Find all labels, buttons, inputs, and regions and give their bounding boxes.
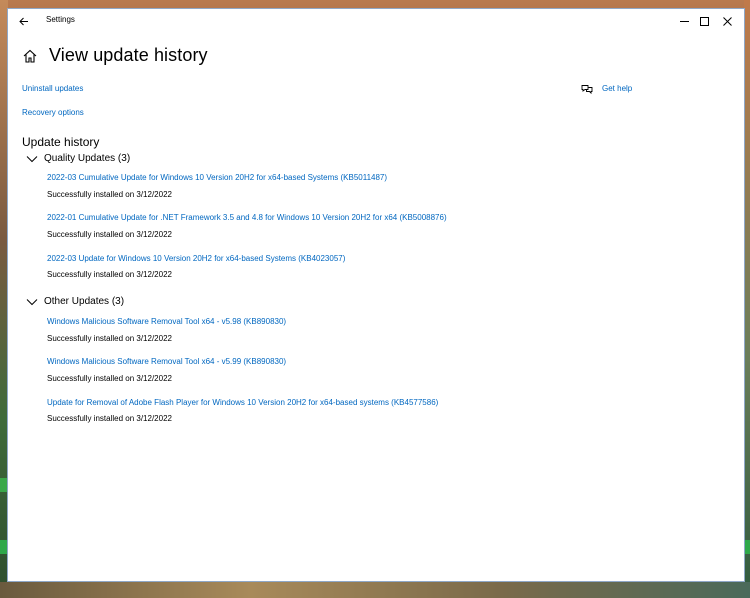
recovery-options-link[interactable]: Recovery options	[22, 108, 84, 117]
update-item-link[interactable]: 2022-03 Update for Windows 10 Version 20…	[47, 254, 345, 263]
group-title: Quality Updates (3)	[44, 153, 131, 164]
update-item-link[interactable]: 2022-01 Cumulative Update for .NET Frame…	[47, 213, 447, 222]
close-button[interactable]	[714, 11, 740, 31]
update-status: Successfully installed on 3/12/2022	[47, 190, 172, 199]
update-status: Successfully installed on 3/12/2022	[47, 414, 172, 423]
update-status: Successfully installed on 3/12/2022	[47, 334, 172, 343]
close-icon	[722, 16, 732, 26]
update-status: Successfully installed on 3/12/2022	[47, 230, 172, 239]
back-arrow-icon	[19, 17, 28, 25]
get-help-link[interactable]: Get help	[602, 84, 632, 93]
maximize-icon	[699, 16, 709, 26]
home-icon[interactable]	[22, 48, 38, 64]
quality-updates-header[interactable]: Quality Updates (3)	[26, 153, 130, 164]
update-item-link[interactable]: Windows Malicious Software Removal Tool …	[47, 357, 286, 366]
group-title: Other Updates (3)	[44, 296, 125, 307]
uninstall-updates-link[interactable]: Uninstall updates	[22, 84, 83, 93]
settings-window: Settings View update history Uninstall u…	[7, 8, 745, 582]
update-item-link[interactable]: Windows Malicious Software Removal Tool …	[47, 317, 286, 326]
window-title: Settings	[46, 15, 75, 24]
update-status: Successfully installed on 3/12/2022	[47, 270, 172, 279]
back-button[interactable]	[14, 12, 34, 30]
update-item-link[interactable]: 2022-03 Cumulative Update for Windows 10…	[47, 173, 387, 182]
update-item-link[interactable]: Update for Removal of Adobe Flash Player…	[47, 398, 438, 407]
update-history-heading: Update history	[22, 135, 100, 149]
desktop-wallpaper-bottom	[0, 582, 750, 598]
chevron-down-icon	[26, 298, 38, 305]
update-status: Successfully installed on 3/12/2022	[47, 374, 172, 383]
chat-help-icon[interactable]	[581, 82, 593, 95]
other-updates-header[interactable]: Other Updates (3)	[26, 296, 124, 307]
minimize-icon	[679, 20, 689, 22]
title-bar: Settings	[8, 9, 744, 33]
chevron-down-icon	[26, 155, 38, 162]
page-title: View update history	[49, 45, 208, 65]
